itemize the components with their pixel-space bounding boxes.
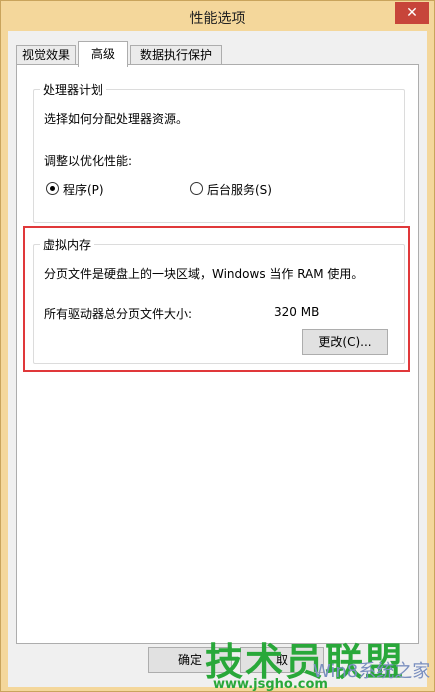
processor-description: 选择如何分配处理器资源。 bbox=[44, 112, 189, 126]
programs-radio-label[interactable]: 程序(P) bbox=[63, 181, 104, 198]
adjust-performance-label: 调整以优化性能: bbox=[44, 154, 133, 168]
watermark-win-text: Win8系统之家 bbox=[313, 661, 431, 682]
background-services-radio[interactable] bbox=[190, 182, 203, 195]
processor-group-title: 处理器计划 bbox=[40, 81, 107, 98]
background-services-label[interactable]: 后台服务(S) bbox=[207, 181, 272, 198]
tab-advanced[interactable]: 高级 bbox=[78, 41, 128, 67]
window-title: 性能选项 bbox=[189, 11, 246, 27]
close-icon: ✕ bbox=[406, 5, 418, 21]
performance-options-window: 性能选项 ✕ 视觉效果 高级 数据执行保护 处理器计划 选择如何分配处理器资源。… bbox=[0, 0, 435, 692]
tab-visual-effects[interactable]: 视觉效果 bbox=[16, 45, 76, 66]
programs-radio[interactable] bbox=[46, 182, 59, 195]
tab-data-execution-prevention[interactable]: 数据执行保护 bbox=[130, 45, 222, 66]
highlight-annotation-box bbox=[23, 226, 410, 372]
title-bar[interactable]: 性能选项 ✕ bbox=[1, 1, 434, 31]
watermark-url: www.jsgho.com bbox=[213, 677, 328, 692]
site-watermark: 技术员联盟 Win8系统之家 www.jsgho.com bbox=[205, 631, 430, 692]
close-button[interactable]: ✕ bbox=[395, 2, 429, 24]
processor-scheduling-group: 处理器计划 选择如何分配处理器资源。 调整以优化性能: 程序(P) 后台服务(S… bbox=[33, 81, 405, 223]
